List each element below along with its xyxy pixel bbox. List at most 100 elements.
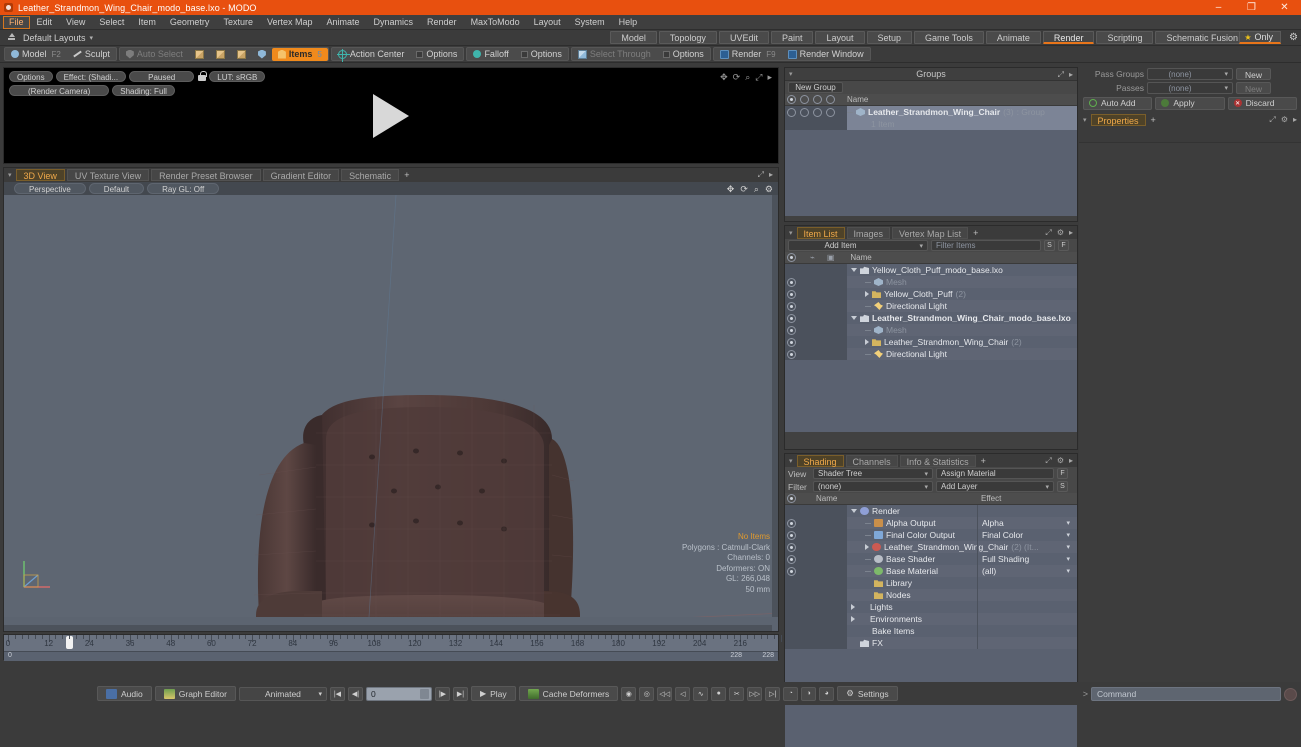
menu-animate[interactable]: Animate <box>319 16 366 29</box>
material-mode-button[interactable] <box>252 48 272 61</box>
visibility-icon[interactable] <box>787 301 796 311</box>
preview-options-button[interactable]: Options <box>9 71 53 82</box>
channel-filter-button[interactable]: ◔ <box>783 686 799 701</box>
effect-cell[interactable]: (all) ▾ <box>977 565 1073 577</box>
items-mode-button[interactable]: Items 5 <box>271 47 328 61</box>
visibility-icon[interactable] <box>787 337 796 347</box>
popout-icon[interactable]: ⤢ <box>1269 115 1275 125</box>
chevron-down-icon[interactable]: ▾ <box>1066 519 1070 527</box>
tab-gradient-editor[interactable]: Gradient Editor <box>262 169 340 181</box>
preview-camera-button[interactable]: (Render Camera) <box>9 85 110 96</box>
twisty-open-icon[interactable] <box>851 268 857 272</box>
effect-cell[interactable]: Alpha ▾ <box>977 517 1073 529</box>
visibility-icon[interactable] <box>787 107 796 117</box>
arrow-icon[interactable]: ▸ <box>769 170 773 180</box>
tree-row[interactable]: Base Shader Full Shading ▾ <box>785 553 1077 565</box>
panel-menu-icon[interactable]: ▾ <box>789 70 793 78</box>
effect-cell[interactable]: Full Shading ▾ <box>977 553 1073 565</box>
panel-menu-icon[interactable]: ▾ <box>789 457 793 465</box>
shading-s-button[interactable]: S <box>1057 481 1068 492</box>
effect-cell[interactable]: ▾ <box>977 541 1073 553</box>
tab-scripting[interactable]: Scripting <box>1096 31 1154 44</box>
add-tab-button[interactable]: + <box>1151 115 1156 125</box>
new-pass-group-button[interactable]: New <box>1236 68 1272 80</box>
select-icon[interactable] <box>826 107 835 117</box>
viewport-default-button[interactable]: Default <box>88 183 145 194</box>
go-to-start-button[interactable]: |◀ <box>329 686 345 701</box>
chevron-down-icon[interactable]: ▾ <box>1066 543 1070 551</box>
effect-cell[interactable] <box>977 589 1073 601</box>
visibility-icon[interactable] <box>787 542 796 552</box>
layout-preset-label[interactable]: Default Layouts <box>23 33 86 43</box>
effect-cell[interactable] <box>977 505 1073 517</box>
arrow-icon[interactable]: ▸ <box>1293 115 1297 125</box>
key-next-button[interactable]: ▷▷ <box>747 686 763 701</box>
arrow-icon[interactable]: ▸ <box>767 72 772 83</box>
tab-channels[interactable]: Channels <box>845 454 898 467</box>
tree-row[interactable]: Nodes <box>785 589 1077 601</box>
tab-shading[interactable]: Shading <box>796 454 844 467</box>
lock-icon[interactable] <box>800 107 809 117</box>
tab-paint[interactable]: Paint <box>770 31 814 44</box>
move-icon[interactable]: ✥ <box>720 72 728 83</box>
tab-topology[interactable]: Topology <box>658 31 717 44</box>
tree-row[interactable]: Directional Light <box>785 300 1077 312</box>
key-prev-button[interactable]: ◁◁ <box>657 686 673 701</box>
expand-icon[interactable]: ⤢ <box>755 72 762 83</box>
play-button[interactable]: ▶ Play <box>470 686 516 701</box>
vertex-mode-button[interactable] <box>189 48 210 61</box>
tab-layout[interactable]: Layout <box>815 31 865 44</box>
preview-paused-button[interactable]: Paused <box>129 71 195 82</box>
gear-icon[interactable]: ⚙ <box>1057 228 1064 238</box>
tree-row[interactable]: Mesh <box>785 324 1077 336</box>
add-viewport-tab-button[interactable]: + <box>404 170 409 180</box>
play-overlay-icon[interactable] <box>373 93 409 138</box>
gear-icon[interactable]: ⚙ <box>1289 32 1298 43</box>
menu-view[interactable]: View <box>59 16 92 29</box>
panel-menu-icon[interactable]: ▾ <box>8 171 12 179</box>
chevron-down-icon[interactable]: ▾ <box>1066 555 1070 563</box>
tree-row[interactable]: Render <box>785 505 1077 517</box>
tree-row[interactable]: Leather_Strandmon_Wing_Chair (2) <box>785 336 1077 348</box>
graph-editor-button[interactable]: Graph Editor <box>154 686 236 701</box>
panel-menu-icon[interactable]: ▾ <box>789 229 793 237</box>
gear-icon[interactable]: ⚙ <box>765 184 773 195</box>
only-toggle-button[interactable]: ★ Only <box>1239 31 1281 44</box>
tree-row[interactable]: Directional Light <box>785 348 1077 360</box>
visibility-icon[interactable] <box>787 566 796 576</box>
menu-help[interactable]: Help <box>612 16 645 29</box>
arrow-icon[interactable]: ▸ <box>1069 228 1073 238</box>
popout-icon[interactable]: ⤢ <box>1045 228 1051 238</box>
gear-icon[interactable]: ⚙ <box>1281 115 1288 125</box>
passes-dropdown[interactable]: (none) ▾ <box>1147 82 1233 94</box>
menu-edit[interactable]: Edit <box>30 16 60 29</box>
tab-schematic-fusion[interactable]: Schematic Fusion <box>1155 31 1249 44</box>
action-center-options-button[interactable]: Options <box>410 48 463 61</box>
twisty-closed-icon[interactable] <box>865 291 869 297</box>
popout-icon[interactable]: ⤢ <box>1058 70 1064 80</box>
command-indicator-icon[interactable] <box>1284 687 1297 701</box>
tab-3d-view[interactable]: 3D View <box>15 169 65 181</box>
audio-button[interactable]: Audio <box>97 686 152 701</box>
ik-toggle-button[interactable]: ◉ <box>621 686 637 701</box>
tree-row[interactable]: Leather_Strandmon_Wing_Chair_modo_base.l… <box>785 312 1077 324</box>
viewport-perspective-button[interactable]: Perspective <box>14 183 86 194</box>
twisty-open-icon[interactable] <box>851 509 857 513</box>
visibility-icon[interactable] <box>787 313 796 323</box>
next-frame-button[interactable]: |▶ <box>434 686 450 701</box>
key-forward-button[interactable]: ▷| <box>765 686 781 701</box>
falloff-button[interactable]: Falloff <box>467 48 514 61</box>
groups-row[interactable]: Leather_Strandmon_Wing_Chair (3) : Group <box>785 106 1077 118</box>
groups-list[interactable]: Leather_Strandmon_Wing_Chair (3) : Group… <box>785 106 1077 216</box>
shader-filter-dropdown[interactable]: (none) ▾ <box>813 481 933 492</box>
timeline-range-bar[interactable]: 0 228 228 <box>4 651 778 661</box>
viewport-horizontal-scrollbar[interactable] <box>4 625 772 631</box>
twisty-closed-icon[interactable] <box>865 544 869 550</box>
previous-frame-button[interactable]: ◀| <box>347 686 363 701</box>
groups-subrow[interactable]: 1 Item <box>785 118 1077 130</box>
tree-row[interactable]: Final Color Output Final Color ▾ <box>785 529 1077 541</box>
tab-item-list[interactable]: Item List <box>796 226 845 239</box>
auto-select-button[interactable]: Auto Select <box>120 48 189 61</box>
menu-render[interactable]: Render <box>420 16 464 29</box>
maximize-button[interactable]: ❐ <box>1235 0 1268 15</box>
